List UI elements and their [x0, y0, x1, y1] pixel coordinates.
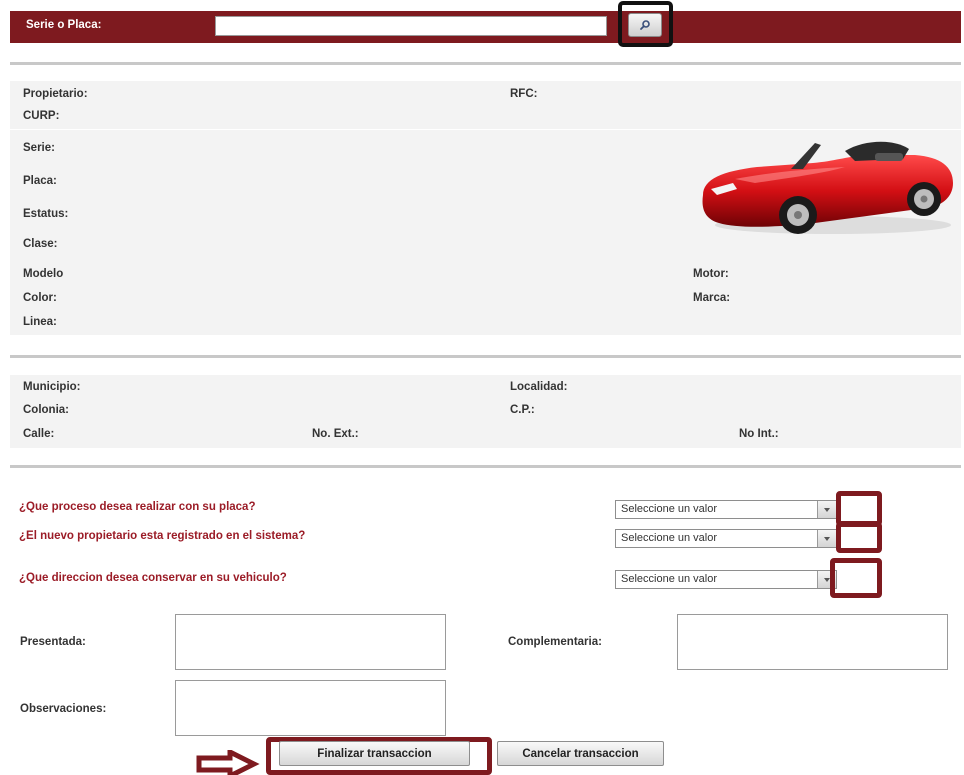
dropdown-highlight [836, 522, 882, 553]
cp-label: C.P.: [510, 404, 535, 416]
observaciones-textarea[interactable] [175, 680, 446, 736]
new-owner-select[interactable]: Seleccione un valor [615, 529, 837, 548]
colonia-label: Colonia: [23, 404, 69, 416]
finalize-transaction-button[interactable]: Finalizar transaccion [279, 741, 470, 766]
curp-label: CURP: [23, 110, 60, 122]
search-icon [640, 20, 650, 30]
presentada-textarea[interactable] [175, 614, 446, 670]
cancel-transaction-button[interactable]: Cancelar transaccion [497, 741, 664, 766]
observaciones-label: Observaciones: [20, 703, 107, 715]
address-select-value: Seleccione un valor [621, 573, 718, 585]
question-address: ¿Que direccion desea conservar en su veh… [19, 572, 287, 584]
process-select-value: Seleccione un valor [621, 503, 718, 515]
address-select[interactable]: Seleccione un valor [615, 570, 837, 589]
dropdown-highlight [830, 558, 882, 598]
no-ext-label: No. Ext.: [312, 428, 359, 440]
no-int-label: No Int.: [739, 428, 779, 440]
motor-label: Motor: [693, 268, 729, 280]
search-bar: Serie o Placa: [10, 11, 961, 43]
search-label: Serie o Placa: [26, 19, 102, 31]
placa-label: Placa: [23, 175, 57, 187]
serie-label: Serie: [23, 142, 55, 154]
localidad-label: Localidad: [510, 381, 568, 393]
marca-label: Marca: [693, 292, 731, 304]
modelo-label: Modelo [23, 268, 64, 280]
estatus-label: Estatus: [23, 208, 69, 220]
question-process: ¿Que proceso desea realizar con su placa… [19, 501, 256, 513]
section-divider [10, 355, 961, 358]
process-select[interactable]: Seleccione un valor [615, 500, 837, 519]
clase-label: Clase: [23, 238, 58, 250]
new-owner-select-value: Seleccione un valor [621, 532, 718, 544]
row-separator [10, 129, 961, 130]
color-label: Color: [23, 292, 57, 304]
linea-label: Linea: [23, 316, 57, 328]
search-input[interactable] [215, 16, 607, 36]
complementaria-textarea[interactable] [677, 614, 948, 670]
section-divider [10, 62, 961, 65]
calle-label: Calle: [23, 428, 55, 440]
municipio-label: Municipio: [23, 381, 81, 393]
search-button[interactable] [628, 13, 662, 37]
dropdown-highlight [836, 491, 882, 526]
presentada-label: Presentada: [20, 636, 86, 648]
chevron-down-icon[interactable] [817, 501, 836, 518]
question-new-owner: ¿El nuevo propietario esta registrado en… [19, 530, 306, 542]
car-image [702, 141, 953, 234]
rfc-label: RFC: [510, 88, 538, 100]
address-panel: Municipio: Localidad: Colonia: C.P.: Cal… [10, 375, 961, 448]
arrow-right-icon [196, 750, 260, 775]
propietario-label: Propietario: [23, 88, 88, 100]
section-divider [10, 465, 961, 468]
vehicle-info-panel: Propietario: RFC: CURP: Serie: Placa: Es… [10, 81, 961, 335]
chevron-down-icon[interactable] [817, 530, 836, 547]
complementaria-label: Complementaria: [508, 636, 602, 648]
